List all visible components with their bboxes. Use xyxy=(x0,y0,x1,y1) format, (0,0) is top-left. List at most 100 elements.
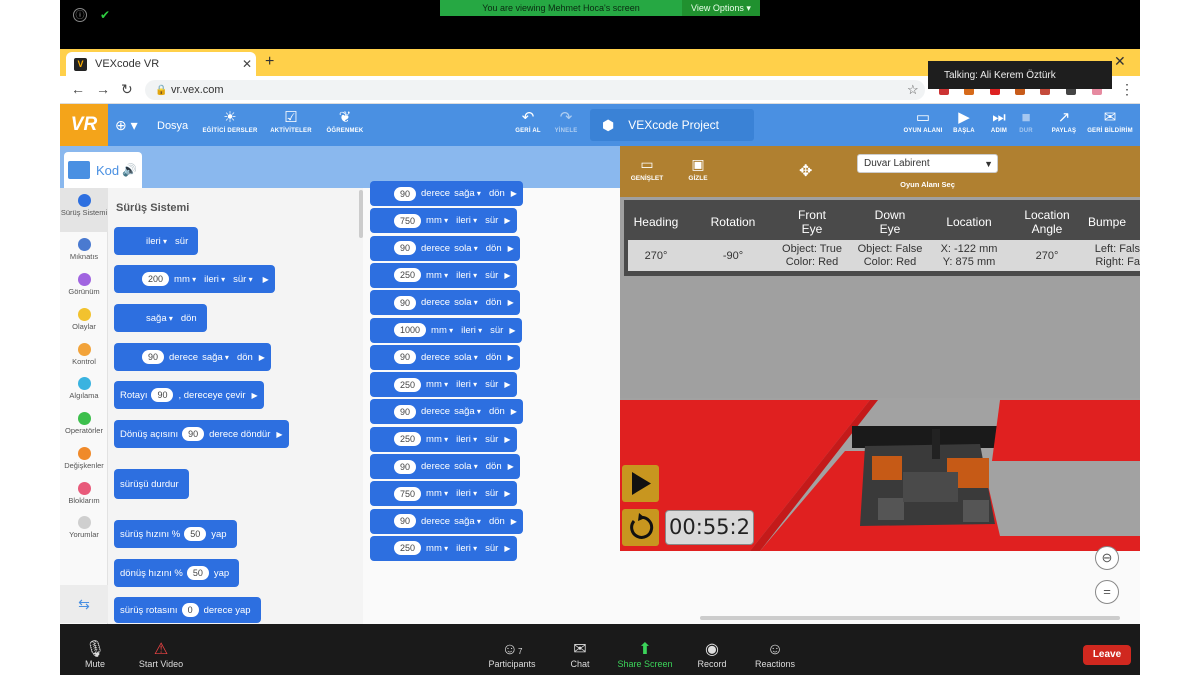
language-globe-icon[interactable]: ⊕ ▾ xyxy=(115,117,138,134)
direction-dropdown[interactable]: ileri xyxy=(456,379,477,390)
block-set-drive-velocity[interactable]: sürüş hızını % 50 yap xyxy=(114,520,237,548)
angle-input[interactable]: 90 xyxy=(394,459,417,474)
workspace-turn-block[interactable]: 90 derecesoladön ▶ xyxy=(370,235,520,261)
distance-input[interactable]: 200 xyxy=(142,272,170,286)
sim-play-button[interactable] xyxy=(622,465,659,502)
undo-button[interactable]: ↶ GERİ AL xyxy=(510,108,546,134)
unit-dropdown[interactable]: mm xyxy=(426,215,448,226)
browser-tab[interactable]: V VEXcode VR ✕ xyxy=(66,52,256,76)
start-button[interactable]: ▶ BAŞLA xyxy=(950,108,978,134)
workspace-turn-block[interactable]: 90 derecesağadön ▶ xyxy=(370,508,523,534)
workspace-drive-block[interactable]: 750 mmileri sür ▶ xyxy=(370,481,517,507)
direction-dropdown[interactable]: ileri xyxy=(146,236,167,247)
tab-close-icon[interactable]: ✕ xyxy=(242,57,256,71)
distance-input[interactable]: 750 xyxy=(394,213,422,228)
direction-dropdown[interactable]: ileri xyxy=(456,215,477,226)
activities-button[interactable]: ☑ AKTİVİTELER xyxy=(266,108,316,134)
distance-input[interactable]: 250 xyxy=(394,268,422,283)
angle-input[interactable]: 90 xyxy=(394,404,417,419)
block-turn-to-heading[interactable]: Dönüş açısını 90 derece döndür ▶ xyxy=(114,420,289,448)
angle-input[interactable]: 90 xyxy=(394,241,417,256)
category-4[interactable]: Kontrol xyxy=(60,343,108,366)
unit-dropdown[interactable]: mm xyxy=(426,270,448,281)
shield-icon[interactable]: ✔ xyxy=(98,8,112,22)
turn-direction-dropdown[interactable]: sola xyxy=(454,461,478,472)
chat-button[interactable]: ✉ Chat xyxy=(562,640,598,669)
heading-input[interactable]: 0 xyxy=(181,603,199,617)
project-name-field[interactable]: ⬢ VEXcode Project xyxy=(590,109,754,141)
unit-dropdown[interactable]: mm xyxy=(431,325,453,336)
file-menu[interactable]: Dosya xyxy=(157,120,188,132)
block-run-icon[interactable]: ▶ xyxy=(511,517,517,526)
tutorials-button[interactable]: ☀ EĞİTİCİ DERSLER xyxy=(200,108,260,134)
extensions-icon[interactable]: ⇆ xyxy=(60,585,108,623)
category-6[interactable]: Operatörler xyxy=(60,412,108,435)
angle-input[interactable]: 90 xyxy=(394,295,417,310)
distance-input[interactable]: 250 xyxy=(394,377,422,392)
direction-dropdown[interactable]: ileri xyxy=(456,543,477,554)
mute-button[interactable]: 🎙 Mute xyxy=(78,640,112,669)
block-drive-for[interactable]: 200 mm ileri sür ▶ xyxy=(114,265,275,293)
block-run-icon[interactable]: ▶ xyxy=(252,391,258,400)
view-options-button[interactable]: View Options ▾ xyxy=(682,0,760,16)
workspace-drive-block[interactable]: 250 mmileri sür ▶ xyxy=(370,426,517,452)
leave-button[interactable]: Leave xyxy=(1083,645,1131,665)
category-3[interactable]: Olaylar xyxy=(60,308,108,331)
category-7[interactable]: Değişkenler xyxy=(60,447,108,470)
turn-direction-dropdown[interactable]: sağa xyxy=(202,352,229,363)
velocity-input[interactable]: 50 xyxy=(184,527,207,541)
bookmark-star-icon[interactable]: ☆ xyxy=(907,82,919,98)
block-run-icon[interactable]: ▶ xyxy=(508,244,514,253)
direction-dropdown[interactable]: ileri xyxy=(456,488,477,499)
browser-menu-icon[interactable]: ⋮ xyxy=(1120,81,1134,98)
feedback-button[interactable]: ✉ GERİ BİLDİRİM xyxy=(1084,108,1136,134)
workspace-horizontal-scrollbar[interactable] xyxy=(700,616,1120,620)
block-run-icon[interactable]: ▶ xyxy=(504,216,510,225)
workspace-drive-block[interactable]: 250 mmileri sür ▶ xyxy=(370,372,517,398)
block-run-icon[interactable]: ▶ xyxy=(511,189,517,198)
turn-direction-dropdown[interactable]: sağa xyxy=(454,406,481,417)
distance-input[interactable]: 250 xyxy=(394,432,422,447)
velocity-input[interactable]: 50 xyxy=(186,566,209,580)
turn-direction-dropdown[interactable]: sola xyxy=(454,297,478,308)
block-run-icon[interactable]: ▶ xyxy=(504,380,510,389)
tab-code[interactable]: Kod 🔊 xyxy=(64,152,142,188)
zoom-reset-button[interactable]: = xyxy=(1095,580,1119,604)
unit-dropdown[interactable]: mm xyxy=(426,434,448,445)
turn-direction-dropdown[interactable]: sağa xyxy=(454,516,481,527)
rotation-input[interactable]: 90 xyxy=(151,388,174,402)
workspace-turn-block[interactable]: 90 derecesağadön ▶ xyxy=(370,399,523,425)
sim-reset-button[interactable] xyxy=(622,509,659,546)
turn-direction-dropdown[interactable]: sola xyxy=(454,352,478,363)
hide-button[interactable]: ▣ GİZLE xyxy=(684,157,712,182)
block-run-icon[interactable]: ▶ xyxy=(508,298,514,307)
block-turn-for[interactable]: 90 derece sağa dön ▶ xyxy=(114,343,271,371)
block-run-icon[interactable]: ▶ xyxy=(508,353,514,362)
distance-input[interactable]: 1000 xyxy=(394,323,427,337)
angle-input[interactable]: 90 xyxy=(394,186,417,201)
unit-dropdown[interactable]: mm xyxy=(174,274,196,285)
playground-button[interactable]: ▭ OYUN ALANI xyxy=(900,108,946,134)
block-run-icon[interactable]: ▶ xyxy=(276,430,282,439)
url-input[interactable]: 🔒 vr.vex.com xyxy=(145,80,925,100)
share-screen-button[interactable]: ⬆ Share Screen xyxy=(613,640,677,669)
category-5[interactable]: Algılama xyxy=(60,377,108,400)
category-0[interactable]: Sürüş Sistemi xyxy=(60,194,108,217)
workspace-turn-block[interactable]: 90 derecesoladön ▶ xyxy=(370,454,520,479)
workspace-drive-block[interactable]: 1000 mmileri sür ▶ xyxy=(370,317,522,343)
learn-button[interactable]: ❦ ÖĞRENMEK xyxy=(322,108,368,134)
step-button[interactable]: ⏭ ADIM xyxy=(985,108,1013,134)
window-close-icon[interactable]: ✕ xyxy=(1114,53,1126,70)
block-turn[interactable]: sağa dön xyxy=(114,304,207,332)
unit-dropdown[interactable]: mm xyxy=(426,543,448,554)
direction-dropdown[interactable]: ileri xyxy=(456,270,477,281)
category-9[interactable]: Yorumlar xyxy=(60,516,108,539)
workspace-drive-block[interactable]: 250 mmileri sür ▶ xyxy=(370,262,517,288)
redo-button[interactable]: ↷ YİNELE xyxy=(549,108,583,134)
zoom-out-icon[interactable]: ⊖ xyxy=(1095,546,1119,570)
block-run-icon[interactable]: ▶ xyxy=(504,271,510,280)
category-1[interactable]: Mıknatıs xyxy=(60,238,108,261)
distance-input[interactable]: 250 xyxy=(394,541,422,556)
block-run-icon[interactable]: ▶ xyxy=(504,489,510,498)
turn-direction-dropdown[interactable]: sağa xyxy=(454,188,481,199)
